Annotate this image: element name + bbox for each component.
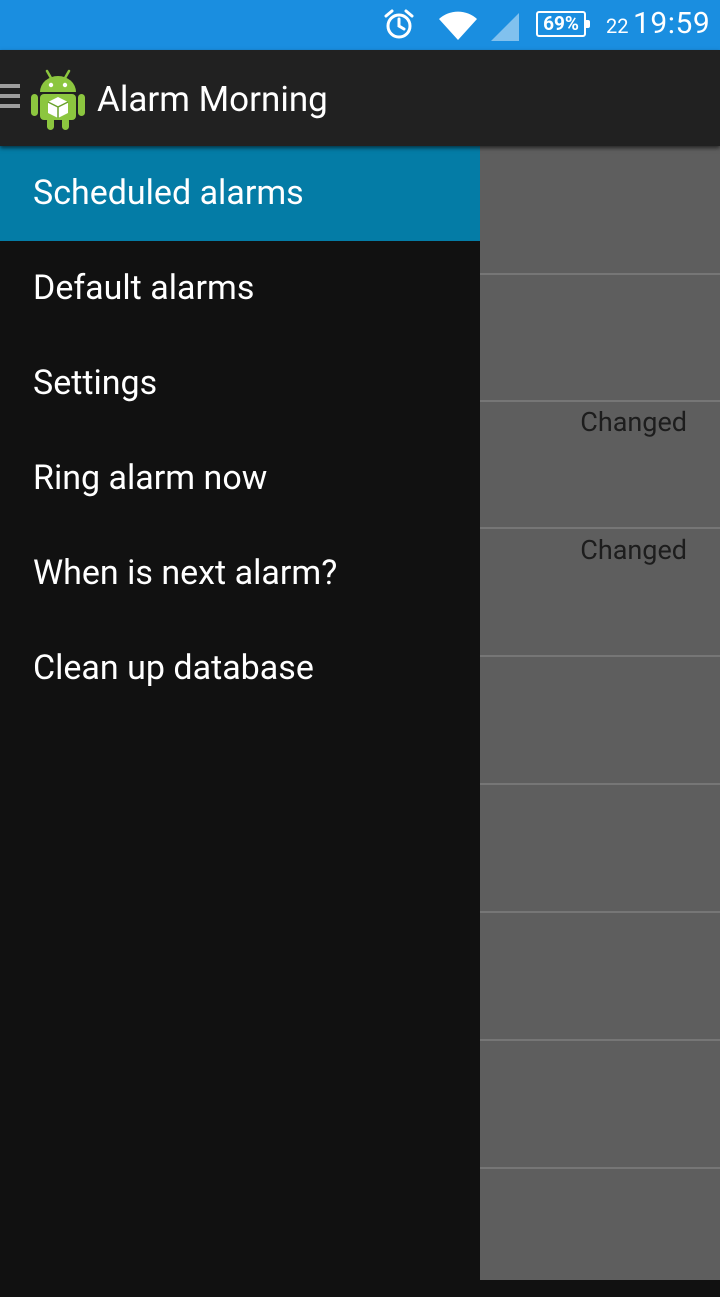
app-title: Alarm Morning xyxy=(97,79,328,120)
hamburger-icon[interactable] xyxy=(0,84,20,112)
changed-label: Changed xyxy=(580,406,687,438)
list-item[interactable] xyxy=(480,146,720,275)
action-bar: Alarm Morning xyxy=(0,50,720,146)
battery-icon: 69% xyxy=(536,11,590,37)
drawer-item-label: Settings xyxy=(33,363,158,403)
list-item[interactable] xyxy=(480,786,720,913)
drawer-item-settings[interactable]: Settings xyxy=(0,336,480,431)
list-item[interactable] xyxy=(480,1042,720,1169)
drawer-item-label: Scheduled alarms xyxy=(33,173,304,213)
list-item[interactable] xyxy=(480,658,720,785)
drawer-item-label: When is next alarm? xyxy=(33,553,338,593)
drawer-item-clean-up-database[interactable]: Clean up database xyxy=(0,621,480,716)
drawer-item-label: Clean up database xyxy=(33,648,314,688)
battery-percent: 69% xyxy=(543,12,579,35)
drawer-item-scheduled-alarms[interactable]: Scheduled alarms xyxy=(0,146,480,241)
scheduled-alarms-list: Changed Changed xyxy=(480,146,720,1280)
drawer-item-ring-alarm-now[interactable]: Ring alarm now xyxy=(0,431,480,526)
changed-label: Changed xyxy=(580,534,687,566)
drawer-item-label: Default alarms xyxy=(33,268,255,308)
status-time: 19:59 xyxy=(633,6,711,41)
alarm-clock-icon xyxy=(384,9,414,39)
signal-icon xyxy=(491,13,519,41)
android-app-icon[interactable] xyxy=(28,65,88,131)
drawer-item-next-alarm[interactable]: When is next alarm? xyxy=(0,526,480,621)
drawer-item-label: Ring alarm now xyxy=(33,458,268,498)
status-bar: 69% 22 19:59 xyxy=(0,0,720,50)
list-item[interactable]: Changed xyxy=(480,530,720,657)
navigation-drawer: Scheduled alarms Default alarms Settings… xyxy=(0,146,480,1280)
list-item[interactable]: Changed xyxy=(480,402,720,529)
list-item[interactable] xyxy=(480,914,720,1041)
drawer-item-default-alarms[interactable]: Default alarms xyxy=(0,241,480,336)
wifi-icon xyxy=(439,11,477,40)
list-item[interactable] xyxy=(480,275,720,402)
status-date: 22 xyxy=(606,14,629,38)
list-item[interactable] xyxy=(480,1170,720,1297)
